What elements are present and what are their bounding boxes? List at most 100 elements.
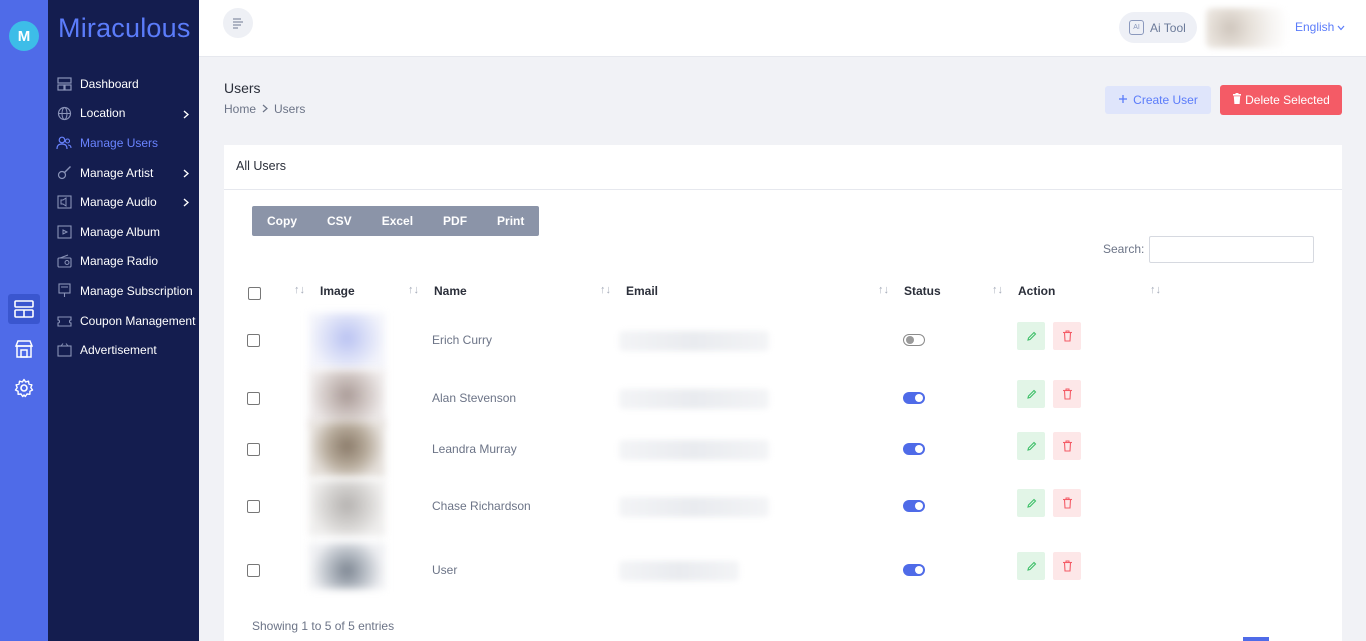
sidebar-item-label: Manage Radio [80, 254, 159, 269]
status-toggle[interactable] [903, 500, 925, 512]
delete-selected-button[interactable]: Delete Selected [1220, 85, 1342, 115]
sort-icon[interactable]: ↑↓ [878, 284, 889, 296]
breadcrumb-home[interactable]: Home [224, 102, 256, 116]
create-user-label: Create User [1133, 93, 1198, 107]
row-checkbox[interactable] [247, 443, 260, 456]
card-divider [224, 189, 1342, 190]
sidebar-item-advertisement[interactable]: Advertisement [48, 335, 199, 365]
ai-tool-button[interactable]: AI Ai Tool [1119, 12, 1197, 43]
row-checkbox[interactable] [247, 392, 260, 405]
user-name: Leandra Murray [432, 442, 517, 456]
sidebar-item-manage-audio[interactable]: Manage Audio [48, 187, 199, 217]
sidebar-item-manage-subscription[interactable]: Manage Subscription [48, 276, 199, 306]
delete-trash-icon[interactable] [1053, 432, 1081, 460]
status-toggle[interactable] [903, 564, 925, 576]
settings-gear-icon[interactable] [8, 373, 40, 403]
status-toggle[interactable] [903, 392, 925, 404]
user-avatar-image [309, 543, 385, 589]
top-header: AI Ai Tool English [199, 0, 1366, 57]
delete-selected-label: Delete Selected [1245, 93, 1330, 107]
dashboard-grid-icon[interactable] [8, 294, 40, 324]
column-header-status[interactable]: Status [904, 284, 941, 298]
brand-name[interactable]: Miraculous [58, 13, 191, 44]
delete-trash-icon[interactable] [1053, 489, 1081, 517]
sidebar-item-label: Manage Audio [80, 195, 157, 210]
user-avatar-image [309, 480, 385, 536]
user-email-blurred [619, 561, 739, 581]
sidebar-item-location[interactable]: Location [48, 99, 199, 129]
user-avatar-image [309, 313, 385, 369]
menu-toggle-icon[interactable] [223, 8, 253, 38]
edit-pencil-icon[interactable] [1017, 432, 1045, 460]
chevron-right-icon [183, 167, 190, 181]
ai-tool-label: Ai Tool [1150, 20, 1186, 35]
trash-icon [1232, 93, 1242, 107]
store-icon[interactable] [8, 334, 40, 364]
column-header-name[interactable]: Name [434, 284, 467, 298]
column-header-email[interactable]: Email [626, 284, 658, 298]
column-header-action[interactable]: Action [1018, 284, 1055, 298]
status-toggle[interactable] [903, 443, 925, 455]
ai-chip-icon: AI [1129, 20, 1144, 35]
edit-pencil-icon[interactable] [1017, 552, 1045, 580]
row-checkbox[interactable] [247, 334, 260, 347]
sort-icon[interactable]: ↑↓ [600, 284, 611, 296]
table-info: Showing 1 to 5 of 5 entries [252, 619, 395, 633]
globe-icon [56, 105, 72, 121]
delete-trash-icon[interactable] [1053, 552, 1081, 580]
sidebar-item-coupon-management[interactable]: Coupon Management [48, 306, 199, 336]
chevron-right-icon [183, 196, 190, 210]
column-header-image[interactable]: Image [320, 284, 355, 298]
language-selector[interactable]: English [1295, 20, 1345, 34]
user-name: Erich Curry [432, 333, 493, 347]
sort-icon[interactable]: ↑↓ [992, 284, 1003, 296]
print-button[interactable]: Print [482, 206, 539, 236]
album-play-icon [56, 224, 72, 240]
copy-button[interactable]: Copy [252, 206, 312, 236]
pdf-button[interactable]: PDF [428, 206, 482, 236]
sidebar-nav: Dashboard Location Manage Users Manage A… [48, 69, 199, 365]
pagination-current-page[interactable] [1243, 637, 1269, 641]
sidebar-item-manage-radio[interactable]: Manage Radio [48, 247, 199, 277]
row-checkbox[interactable] [247, 500, 260, 513]
plus-icon [1118, 93, 1128, 107]
sidebar-item-dashboard[interactable]: Dashboard [48, 69, 199, 99]
edit-pencil-icon[interactable] [1017, 322, 1045, 350]
users-icon [56, 135, 72, 151]
app-logo-badge[interactable]: M [9, 21, 39, 51]
sidebar-item-label: Dashboard [80, 76, 139, 91]
language-label: English [1295, 20, 1335, 34]
sidebar: Miraculous Dashboard Location Manage Use… [48, 0, 199, 641]
users-card: All Users Copy CSV Excel PDF Print Searc… [224, 145, 1342, 641]
status-toggle[interactable] [903, 334, 925, 346]
user-email-blurred [619, 497, 769, 517]
excel-button[interactable]: Excel [367, 206, 428, 236]
edit-pencil-icon[interactable] [1017, 489, 1045, 517]
sort-icon[interactable]: ↑↓ [294, 284, 305, 296]
radio-icon [56, 253, 72, 269]
chevron-right-icon [183, 108, 190, 122]
select-all-checkbox[interactable] [248, 287, 261, 300]
guitar-icon [56, 165, 72, 181]
sort-icon[interactable]: ↑↓ [1150, 284, 1161, 296]
page-title: Users [224, 80, 261, 96]
user-email-blurred [619, 440, 769, 460]
delete-trash-icon[interactable] [1053, 380, 1081, 408]
sort-icon[interactable]: ↑↓ [408, 284, 419, 296]
sidebar-item-label: Coupon Management [80, 313, 196, 328]
delete-trash-icon[interactable] [1053, 322, 1081, 350]
advertisement-icon [56, 342, 72, 358]
edit-pencil-icon[interactable] [1017, 380, 1045, 408]
user-email-blurred [619, 331, 769, 351]
sidebar-item-manage-users[interactable]: Manage Users [48, 128, 199, 158]
csv-button[interactable]: CSV [312, 206, 367, 236]
coupon-icon [56, 313, 72, 329]
user-email-blurred [619, 389, 769, 409]
row-checkbox[interactable] [247, 564, 260, 577]
user-profile-avatar[interactable] [1206, 8, 1286, 48]
search-input[interactable] [1149, 236, 1314, 263]
sidebar-item-manage-artist[interactable]: Manage Artist [48, 158, 199, 188]
user-name: Chase Richardson [432, 499, 531, 513]
sidebar-item-manage-album[interactable]: Manage Album [48, 217, 199, 247]
create-user-button[interactable]: Create User [1105, 86, 1211, 114]
